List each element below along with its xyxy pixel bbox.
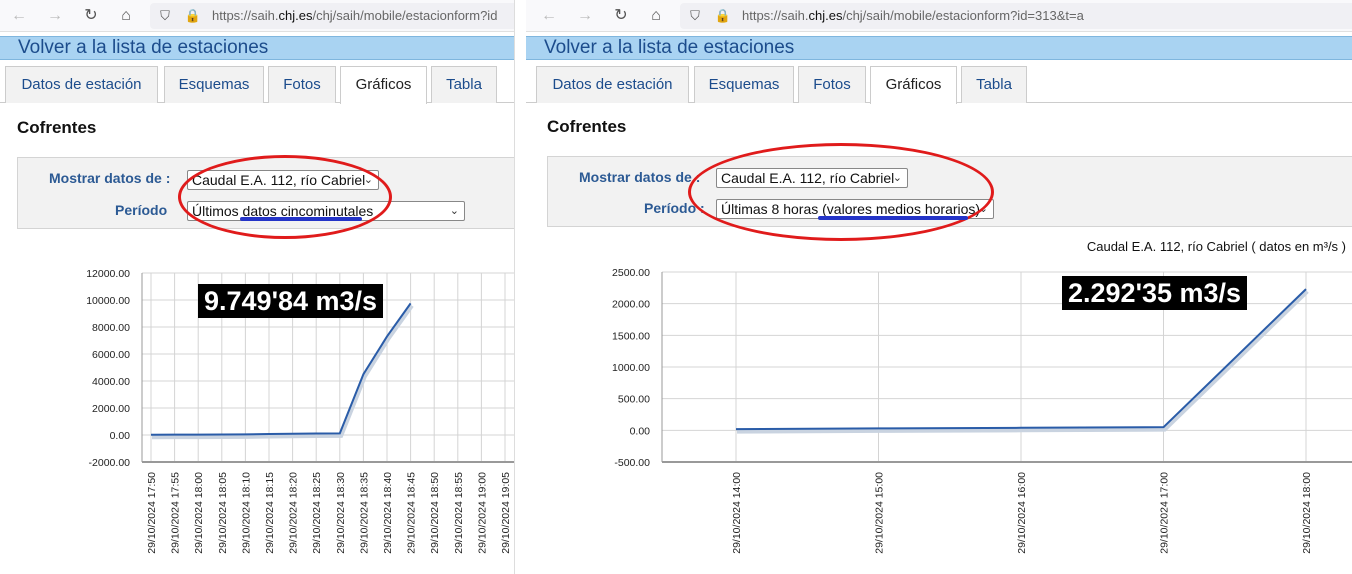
y-tick-label: 12000.00 xyxy=(86,268,130,280)
y-tick-label: -500.00 xyxy=(614,457,650,469)
x-tick-label: 29/10/2024 15:00 xyxy=(874,472,886,554)
y-tick-label: 500.00 xyxy=(618,394,650,406)
x-tick-label: 29/10/2024 19:00 xyxy=(476,472,488,554)
x-tick-label: 29/10/2024 18:45 xyxy=(406,472,418,554)
flow-annotation: 9.749'84 m3/s xyxy=(198,284,384,318)
x-tick-label: 29/10/2024 18:05 xyxy=(217,472,229,554)
x-tick-label: 29/10/2024 18:00 xyxy=(193,472,205,554)
y-tick-label: 8000.00 xyxy=(92,322,130,334)
x-tick-label: 29/10/2024 19:05 xyxy=(500,472,512,554)
x-tick-label: 29/10/2024 16:00 xyxy=(1016,472,1028,554)
y-tick-label: 1000.00 xyxy=(612,362,650,374)
y-tick-label: -2000.00 xyxy=(89,457,131,469)
x-tick-label: 29/10/2024 18:20 xyxy=(288,472,300,554)
series-line-shadow xyxy=(151,303,414,440)
browser-window-left: ← → ↻ ⌂ ⛉ 🔒 https://saih.chj.es/chj/saih… xyxy=(0,0,514,574)
x-tick-label: 29/10/2024 18:15 xyxy=(264,472,276,554)
x-tick-label: 29/10/2024 18:35 xyxy=(358,472,370,554)
x-tick-label: 29/10/2024 18:00 xyxy=(1301,472,1313,554)
y-tick-label: 4000.00 xyxy=(92,376,130,388)
y-tick-label: 2000.00 xyxy=(612,299,650,311)
x-tick-label: 29/10/2024 18:50 xyxy=(429,472,441,554)
x-tick-label: 29/10/2024 14:00 xyxy=(731,472,743,554)
x-tick-label: 29/10/2024 18:55 xyxy=(453,472,465,554)
x-tick-label: 29/10/2024 17:50 xyxy=(146,472,158,554)
y-tick-label: 10000.00 xyxy=(86,295,130,307)
x-tick-label: 29/10/2024 18:30 xyxy=(335,472,347,554)
y-tick-label: 6000.00 xyxy=(92,349,130,361)
flow-annotation: 2.292'35 m3/s xyxy=(1062,276,1248,310)
series-line-shadow xyxy=(736,289,1309,434)
y-tick-label: 0.00 xyxy=(630,425,651,437)
x-tick-label: 29/10/2024 17:00 xyxy=(1159,472,1171,554)
x-tick-label: 29/10/2024 18:40 xyxy=(382,472,394,554)
x-tick-label: 29/10/2024 18:25 xyxy=(311,472,323,554)
panel-divider xyxy=(514,0,526,574)
y-tick-label: 2500.00 xyxy=(612,267,650,279)
y-tick-label: 1500.00 xyxy=(612,330,650,342)
y-tick-label: 0.00 xyxy=(110,430,131,442)
browser-window-right: ← → ↻ ⌂ ⛉ 🔒 https://saih.chj.es/chj/saih… xyxy=(526,0,1352,574)
y-tick-label: 2000.00 xyxy=(92,403,130,415)
x-tick-label: 29/10/2024 18:10 xyxy=(240,472,252,554)
x-tick-label: 29/10/2024 17:55 xyxy=(170,472,182,554)
